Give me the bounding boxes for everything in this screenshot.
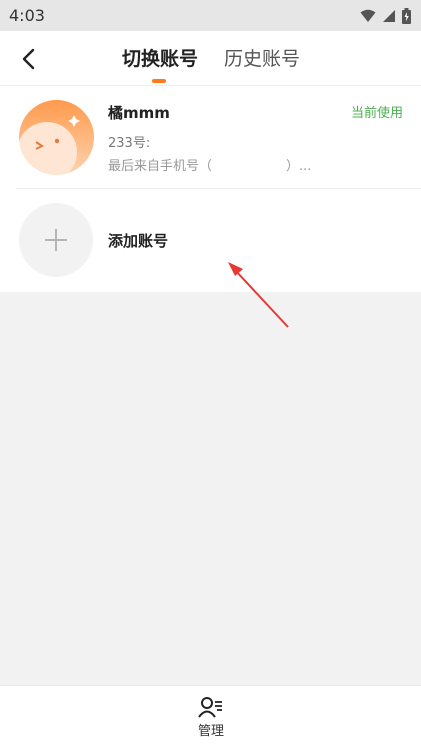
current-use-badge: 当前使用 — [350, 106, 403, 121]
back-button[interactable] — [14, 45, 42, 73]
status-icons — [360, 7, 411, 24]
add-account-label: 添加账号 — [108, 232, 169, 250]
avatar — [19, 100, 94, 175]
avatar-image-icon — [19, 100, 94, 175]
add-account-circle — [19, 203, 93, 277]
last-login-info: 最后来自手机号（）... — [108, 159, 312, 174]
user-manage-icon — [198, 697, 222, 718]
wifi-icon — [360, 9, 376, 22]
status-time: 4:03 — [9, 6, 45, 25]
account-id: 233号: — [108, 136, 151, 151]
account-name: 橘mmm — [108, 104, 170, 122]
signal-icon — [383, 9, 395, 22]
status-bar: 4:03 — [0, 0, 421, 31]
account-list: 橘mmm 233号: 最后来自手机号（）... 当前使用 添加账号 — [0, 86, 421, 292]
back-arrow-icon — [22, 48, 35, 70]
active-tab-indicator — [152, 79, 166, 83]
bottom-bar: 管理 — [0, 685, 421, 750]
battery-icon — [402, 7, 411, 24]
manage-label: 管理 — [197, 724, 224, 739]
header: 切换账号 历史账号 — [0, 31, 421, 86]
tab-history-account[interactable]: 历史账号 — [224, 44, 300, 71]
plus-icon — [45, 229, 67, 251]
account-item[interactable]: 橘mmm 233号: 最后来自手机号（）... 当前使用 — [0, 86, 421, 188]
tab-switch-account[interactable]: 切换账号 — [122, 44, 198, 71]
manage-button[interactable]: 管理 — [186, 696, 236, 744]
add-account-button[interactable]: 添加账号 — [0, 189, 421, 292]
